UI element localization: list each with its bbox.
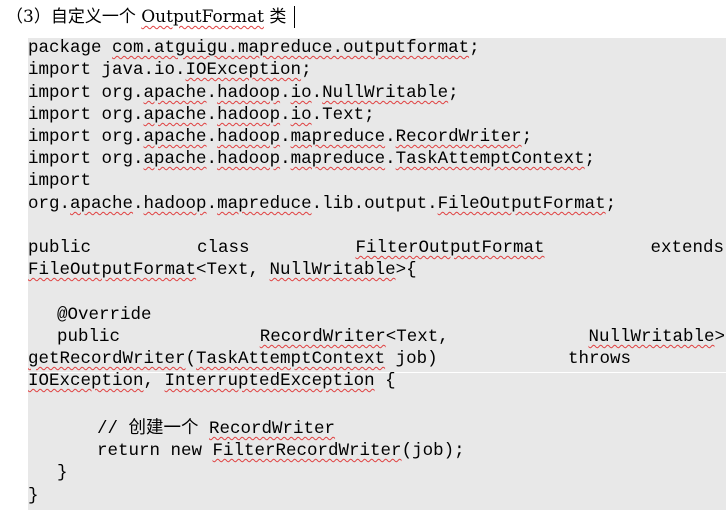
code-line-package: package com.atguigu.mapreduce.outputform…: [28, 38, 480, 58]
heading-number: （3）: [6, 7, 51, 27]
code-line-class-extends: FileOutputFormat<Text, NullWritable>{: [28, 260, 417, 280]
code-line-import-1: import java.io.IOException;: [28, 60, 312, 80]
code-line-method-name: getRecordWriter(TaskAttemptContext job): [28, 349, 438, 369]
code-line-import-3: import org.apache.hadoop.io.Text;: [28, 105, 375, 125]
code-line-method-decl: public RecordWriter<Text, NullWritable>: [57, 327, 725, 347]
code-line-import-5: import org.apache.hadoop.mapreduce.TaskA…: [28, 149, 596, 169]
code-line-class-decl: public class FilterOutputFormat extends: [28, 238, 724, 258]
text-cursor: [294, 6, 295, 28]
heading-suffix: 类: [263, 7, 287, 27]
section-heading: （3）自定义一个 OutputFormat 类: [6, 3, 286, 31]
code-line-import-6-keyword: import: [28, 171, 92, 191]
code-line-import-2: import org.apache.hadoop.io.NullWritable…: [28, 83, 459, 103]
heading-class-name: OutputFormat: [141, 7, 264, 27]
code-line-throws: throws: [568, 349, 632, 369]
code-line-return: return new FilterRecordWriter(job);: [97, 441, 465, 461]
code-line-close-class: }: [28, 486, 39, 506]
code-line-import-6-path: org.apache.hadoop.mapreduce.lib.output.F…: [28, 194, 617, 214]
code-line-comment: // 创建一个 RecordWriter: [97, 419, 336, 439]
code-line-exceptions: IOException, InterruptedException {: [28, 371, 396, 391]
code-line-import-4: import org.apache.hadoop.mapreduce.Recor…: [28, 127, 533, 147]
code-line-close-method: }: [57, 463, 68, 483]
code-line-override: @Override: [57, 305, 152, 325]
heading-text: 自定义一个: [50, 7, 142, 27]
